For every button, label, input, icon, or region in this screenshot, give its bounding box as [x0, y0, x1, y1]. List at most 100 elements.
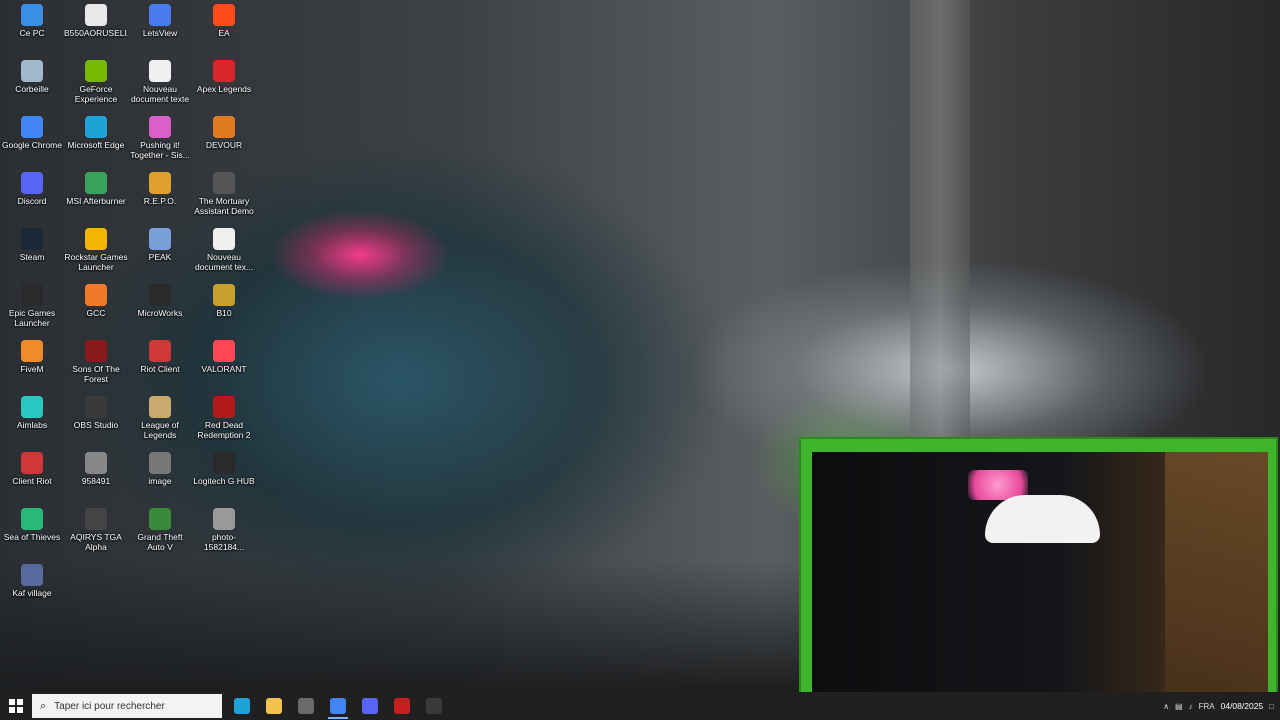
- riot-icon: [21, 452, 43, 474]
- image-file-icon: [213, 508, 235, 530]
- notifications-icon[interactable]: □: [1269, 702, 1274, 711]
- desktop-icon[interactable]: Sons Of The Forest: [64, 336, 128, 392]
- desktop-icon[interactable]: Pushing it! Together - Sis...: [128, 112, 192, 168]
- search-icon: ⌕: [40, 699, 47, 712]
- desktop-icon-label: Epic Games Launcher: [8, 308, 56, 328]
- taskbar-app-discord[interactable]: [354, 692, 386, 720]
- taskbar-app-edge[interactable]: [226, 692, 258, 720]
- start-button[interactable]: [0, 692, 32, 720]
- desktop-icon[interactable]: B550AORUSELI...: [64, 0, 128, 56]
- language-indicator[interactable]: FRA: [1199, 702, 1215, 711]
- taskbar-app-voicemeeter[interactable]: [386, 692, 418, 720]
- webcam-person-cap: [985, 495, 1100, 543]
- peak-icon: [149, 228, 171, 250]
- desktop-icon-label: League of Legends: [141, 420, 179, 440]
- taskbar: ⌕ Taper ici pour rechercher: [0, 692, 1280, 720]
- b10-icon: [213, 284, 235, 306]
- volume-icon[interactable]: ♪: [1189, 702, 1193, 711]
- kaf-icon: [21, 564, 43, 586]
- letsview-icon: [149, 4, 171, 26]
- desktop-icon[interactable]: Grand Theft Auto V: [128, 504, 192, 560]
- network-icon[interactable]: ▤: [1175, 702, 1183, 711]
- taskbar-app-explorer[interactable]: [258, 692, 290, 720]
- desktop-icon[interactable]: OBS Studio: [64, 392, 128, 448]
- desktop-icon[interactable]: FiveM: [0, 336, 64, 392]
- computer-icon: [21, 4, 43, 26]
- desktop-icon[interactable]: AQIRYS TGA Alpha: [64, 504, 128, 560]
- windows-logo-icon: [9, 699, 23, 713]
- store-icon: [298, 698, 314, 714]
- desktop-icon[interactable]: GCC: [64, 280, 128, 336]
- desktop-icon-label: The Mortuary Assistant Demo: [194, 196, 254, 216]
- desktop-icon[interactable]: PEAK: [128, 224, 192, 280]
- desktop-icon[interactable]: Nouveau document tex...: [192, 224, 256, 280]
- desktop-icon-label: PEAK: [148, 252, 172, 262]
- desktop-icon-label: photo-1582184...: [203, 532, 245, 552]
- desktop-icon[interactable]: B10: [192, 280, 256, 336]
- desktop-icon[interactable]: VALORANT: [192, 336, 256, 392]
- desktop-icon-label: Discord: [17, 196, 47, 206]
- folder-icon: [266, 698, 282, 714]
- lol-icon: [149, 396, 171, 418]
- desktop-icon[interactable]: 958491: [64, 448, 128, 504]
- desktop-icon[interactable]: photo-1582184...: [192, 504, 256, 560]
- rdr2-icon: [213, 396, 235, 418]
- desktop-icon-label: GeForce Experience: [74, 84, 118, 104]
- desktop-icon[interactable]: MicroWorks: [128, 280, 192, 336]
- desktop-icon-label: B550AORUSELI...: [64, 28, 128, 38]
- desktop-icon[interactable]: Microsoft Edge: [64, 112, 128, 168]
- text-file-icon: [213, 228, 235, 250]
- edge-icon: [85, 116, 107, 138]
- desktop-icon-label: Corbeille: [15, 84, 49, 94]
- desktop-icon[interactable]: EA: [192, 0, 256, 56]
- desktop-icon[interactable]: Riot Client: [128, 336, 192, 392]
- desktop-icon-label: MSI Afterburner: [66, 196, 126, 206]
- desktop-icon[interactable]: Aimlabs: [0, 392, 64, 448]
- fivem-icon: [21, 340, 43, 362]
- desktop-icon[interactable]: Nouveau document texte: [128, 56, 192, 112]
- taskbar-search-placeholder: Taper ici pour rechercher: [54, 700, 165, 712]
- taskbar-app-chrome[interactable]: [322, 692, 354, 720]
- desktop-icon-label: Red Dead Redemption 2: [197, 420, 251, 440]
- desktop-icon-label: Steam: [19, 252, 45, 262]
- desktop-icon-label: OBS Studio: [73, 420, 119, 430]
- desktop-icon[interactable]: image: [128, 448, 192, 504]
- desktop-icon[interactable]: Steam: [0, 224, 64, 280]
- ea-icon: [213, 4, 235, 26]
- desktop-icon-label: Grand Theft Auto V: [137, 532, 183, 552]
- desktop-icon[interactable]: Google Chrome: [0, 112, 64, 168]
- taskbar-app-obs[interactable]: [418, 692, 450, 720]
- desktop-icon[interactable]: DEVOUR: [192, 112, 256, 168]
- obs-icon: [426, 698, 442, 714]
- clock-date[interactable]: 04/08/2025: [1221, 701, 1264, 711]
- desktop-icon[interactable]: Red Dead Redemption 2: [192, 392, 256, 448]
- desktop-icon[interactable]: GeForce Experience: [64, 56, 128, 112]
- desktop-icon[interactable]: Corbeille: [0, 56, 64, 112]
- desktop-icon[interactable]: Sea of Thieves: [0, 504, 64, 560]
- discord-icon: [362, 698, 378, 714]
- desktop-icon-label: MicroWorks: [137, 308, 183, 318]
- ghub-icon: [213, 452, 235, 474]
- desktop-icon-label: Apex Legends: [196, 84, 252, 94]
- desktop-icon[interactable]: LetsView: [128, 0, 192, 56]
- desktop-icon[interactable]: R.E.P.O.: [128, 168, 192, 224]
- gta-icon: [149, 508, 171, 530]
- devour-icon: [213, 116, 235, 138]
- desktop-icon[interactable]: Rockstar Games Launcher: [64, 224, 128, 280]
- taskbar-search-box[interactable]: ⌕ Taper ici pour rechercher: [32, 694, 222, 718]
- desktop-icon[interactable]: League of Legends: [128, 392, 192, 448]
- taskbar-app-store[interactable]: [290, 692, 322, 720]
- desktop-icon[interactable]: Apex Legends: [192, 56, 256, 112]
- system-tray: ∧ ▤ ♪ FRA 04/08/2025 □: [1163, 692, 1274, 720]
- desktop-icon[interactable]: Discord: [0, 168, 64, 224]
- desktop-icon[interactable]: MSI Afterburner: [64, 168, 128, 224]
- desktop-icon[interactable]: Epic Games Launcher: [0, 280, 64, 336]
- chevron-up-icon[interactable]: ∧: [1163, 702, 1169, 711]
- desktop-icon[interactable]: Logitech G HUB: [192, 448, 256, 504]
- desktop-icon[interactable]: Kaf village: [0, 560, 64, 616]
- desktop-icon[interactable]: The Mortuary Assistant Demo: [192, 168, 256, 224]
- desktop-icon[interactable]: Client Riot: [0, 448, 64, 504]
- apex-icon: [213, 60, 235, 82]
- desktop-icon-label: EA: [218, 28, 230, 38]
- desktop-icon[interactable]: Ce PC: [0, 0, 64, 56]
